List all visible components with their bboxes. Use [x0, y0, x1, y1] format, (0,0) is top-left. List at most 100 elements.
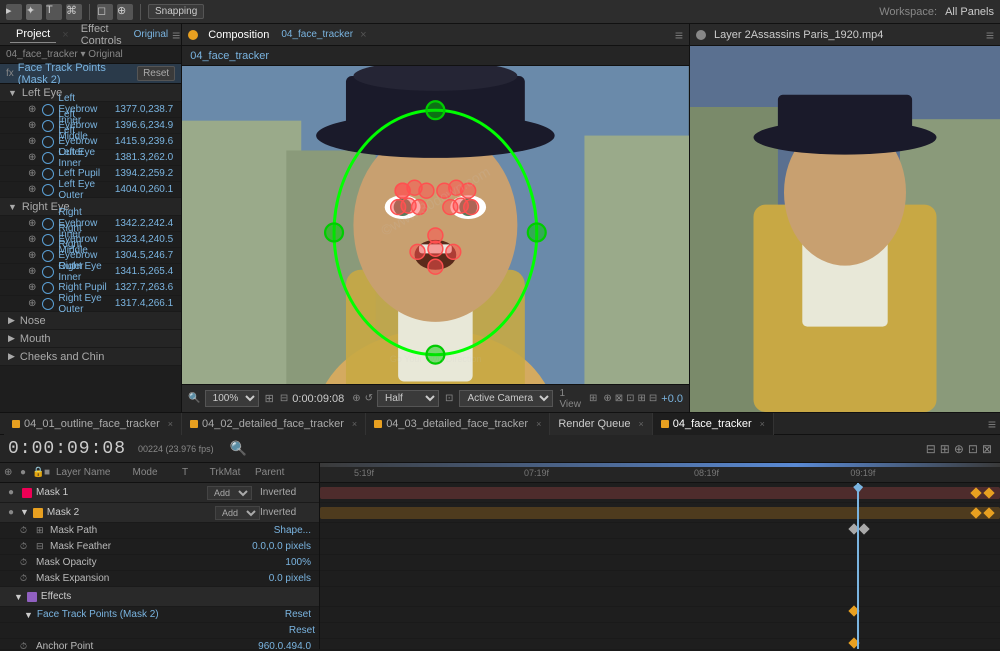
- select-tool-icon[interactable]: ▸: [6, 4, 22, 20]
- tl-ctrl-1[interactable]: ⊟: [926, 442, 936, 456]
- mask1-controls: ●: [4, 487, 18, 498]
- face-track-reset-1[interactable]: Reset: [285, 609, 311, 620]
- right-eye-arrow: ▼: [8, 202, 17, 212]
- layer-close-btn[interactable]: [696, 30, 706, 40]
- track-row-left-eye-outer[interactable]: ⊕ Left Eye Outer 1404.0,260.1: [0, 182, 181, 198]
- tab-close-5[interactable]: ×: [760, 419, 765, 429]
- timeline-timecode[interactable]: 0:00:09:08: [8, 439, 126, 459]
- left-eye-label: Left Eye: [22, 87, 62, 99]
- view-toggle: ⊞: [589, 393, 597, 404]
- mask-feather-label: Mask Feather: [50, 541, 252, 552]
- tab-render-queue[interactable]: Render Queue ×: [550, 413, 652, 435]
- text-tool-icon[interactable]: T: [46, 4, 62, 20]
- track-icon-10: [42, 266, 54, 278]
- tab-label-render: Render Queue: [558, 418, 630, 430]
- comp-icon-4[interactable]: ⊞: [638, 393, 646, 404]
- comp-icon-5[interactable]: ⊟: [649, 393, 657, 404]
- right-pupil-name: Right Pupil: [58, 282, 114, 293]
- timeline-right-area: 5:19f 07:19f 08:19f 09:19f: [320, 463, 1000, 649]
- tl-ctrl-4[interactable]: ⊡: [968, 442, 978, 456]
- project-tab[interactable]: Project: [10, 26, 56, 43]
- tab-detailed-face-tracker-02[interactable]: 04_02_detailed_face_tracker ×: [182, 413, 366, 435]
- track-row-right-eye-inner[interactable]: ⊕ Right Eye Inner 1341.5,265.4: [0, 264, 181, 280]
- effects-expand-icon[interactable]: ▼: [14, 592, 23, 602]
- layer-tab[interactable]: Layer 2Assassins Paris_1920.mp4: [710, 28, 887, 42]
- comp-viewport[interactable]: ©www.30down.com Go Your Own Direction: [182, 66, 689, 384]
- crosshair-icon-4: ⊕: [28, 152, 36, 163]
- tab-close-1[interactable]: ×: [168, 419, 173, 429]
- mask1-vis-icon[interactable]: ●: [4, 487, 18, 498]
- mask-path-kf-2[interactable]: [859, 523, 870, 534]
- tab-detailed-face-tracker-03[interactable]: 04_03_detailed_face_tracker ×: [366, 413, 550, 435]
- left-pupil-name: Left Pupil: [58, 168, 114, 179]
- video-frame: ©www.30down.com Go Your Own Direction: [182, 66, 689, 384]
- snapping-button[interactable]: Snapping: [148, 4, 204, 19]
- section-cheeks-chin[interactable]: ▶ Cheeks and Chin: [0, 348, 181, 366]
- reset-value[interactable]: Reset: [289, 625, 315, 636]
- layer-viewport[interactable]: [690, 46, 1000, 412]
- track-mask-path: [320, 523, 1000, 539]
- comp-close-btn[interactable]: [188, 30, 198, 40]
- time-scrub-bar[interactable]: [320, 463, 1000, 467]
- tl-ctrl-3[interactable]: ⊕: [954, 442, 964, 456]
- pen-tool-icon[interactable]: ✦: [26, 4, 42, 20]
- playhead[interactable]: [857, 483, 859, 649]
- stopwatch-icon-path[interactable]: ⏱: [20, 525, 32, 537]
- mask2-vis-icon[interactable]: ●: [4, 507, 18, 518]
- tl-mask-expansion-row[interactable]: ⏱ Mask Expansion 0.0 pixels: [0, 571, 319, 587]
- stopwatch-icon-feather[interactable]: ⏱: [20, 541, 32, 553]
- tab-close-3[interactable]: ×: [536, 419, 541, 429]
- tl-mask-feather-row[interactable]: ⏱ ⊟ Mask Feather 0.0,0.0 pixels: [0, 539, 319, 555]
- reset-button[interactable]: Reset: [137, 66, 175, 81]
- mask1-mode-select[interactable]: Add Subtract Intersect: [207, 486, 252, 500]
- comp-icon-1[interactable]: ⊕: [603, 393, 611, 404]
- track-row-right-eye-outer[interactable]: ⊕ Right Eye Outer 1317.4,266.1: [0, 296, 181, 312]
- mask2-expand-icon[interactable]: ▼: [20, 507, 29, 518]
- mask2-mode-select[interactable]: Add: [215, 506, 260, 520]
- comp-tab-close[interactable]: ×: [360, 29, 366, 41]
- section-nose[interactable]: ▶ Nose: [0, 312, 181, 330]
- face-track-expand-icon[interactable]: ▼: [24, 610, 33, 620]
- tl-mask1-row[interactable]: ● Mask 1 Add Subtract Intersect Inverted: [0, 483, 319, 503]
- tl-anchor-point-row[interactable]: ⏱ Anchor Point 960.0,494.0: [0, 639, 319, 649]
- crosshair-icon-3: ⊕: [28, 136, 36, 147]
- stopwatch-icon-expansion[interactable]: ⏱: [20, 573, 32, 585]
- quality-select[interactable]: Half Full Quarter: [377, 390, 439, 407]
- tl-ctrl-2[interactable]: ⊞: [940, 442, 950, 456]
- stopwatch-icon-opacity[interactable]: ⏱: [20, 557, 32, 569]
- tl-ctrl-5[interactable]: ⊠: [982, 442, 992, 456]
- comp-tab[interactable]: Composition: [202, 28, 275, 42]
- comp-panel-menu[interactable]: ≡: [675, 27, 683, 43]
- section-mouth[interactable]: ▶ Mouth: [0, 330, 181, 348]
- time-marker-4: 09:19f: [850, 463, 875, 482]
- left-panel-header: Project × Effect Controls Original ≡: [0, 24, 181, 46]
- track-row-left-eye-inner[interactable]: ⊕ Left Eye Inner 1381.3,262.0: [0, 150, 181, 166]
- timeline-menu-icon[interactable]: ≡: [988, 416, 996, 432]
- shape-tool-icon[interactable]: ◻: [97, 4, 113, 20]
- layer-panel-menu[interactable]: ≡: [986, 27, 994, 43]
- panel-menu-icon[interactable]: ≡: [172, 27, 180, 43]
- tab-close-render[interactable]: ×: [639, 419, 644, 429]
- camera-select[interactable]: Active Camera: [459, 390, 553, 407]
- tl-reset-row[interactable]: Reset: [0, 623, 319, 639]
- tl-face-track-row[interactable]: ▼ Face Track Points (Mask 2) Reset: [0, 607, 319, 623]
- tab-face-tracker-active[interactable]: 04_face_tracker ×: [653, 413, 774, 435]
- stopwatch-icon-anchor[interactable]: ⏱: [20, 641, 32, 650]
- zoom-select[interactable]: 100% 50% 200%: [205, 390, 259, 407]
- tl-effects-row[interactable]: ▼ Effects: [0, 587, 319, 607]
- tl-mask-opacity-row[interactable]: ⏱ Mask Opacity 100%: [0, 555, 319, 571]
- tab-close-2[interactable]: ×: [352, 419, 357, 429]
- tl-mask-path-row[interactable]: ⏱ ⊞ Mask Path Shape...: [0, 523, 319, 539]
- comp-name-tab: 04_face_tracker: [281, 29, 353, 40]
- brush-tool-icon[interactable]: ⌘: [66, 4, 82, 20]
- camera-tool-icon[interactable]: ⊕: [117, 4, 133, 20]
- tl-mask2-row[interactable]: ● ▼ Mask 2 Add Inverted: [0, 503, 319, 523]
- search-icon[interactable]: 🔍: [230, 440, 247, 457]
- comp-controls-bar: 🔍 100% 50% 200% ⊞ ⊟ 0:00:09:08 ⊕ ↺ Half …: [182, 384, 689, 412]
- effect-controls-tab[interactable]: Effect Controls: [75, 24, 128, 49]
- tab-outline-face-tracker[interactable]: 04_01_outline_face_tracker ×: [4, 413, 182, 435]
- crosshair-icon-6: ⊕: [28, 184, 36, 195]
- tl-t-col-header: T: [175, 467, 195, 478]
- comp-icon-2[interactable]: ⊠: [615, 393, 623, 404]
- comp-icon-3[interactable]: ⊡: [626, 393, 634, 404]
